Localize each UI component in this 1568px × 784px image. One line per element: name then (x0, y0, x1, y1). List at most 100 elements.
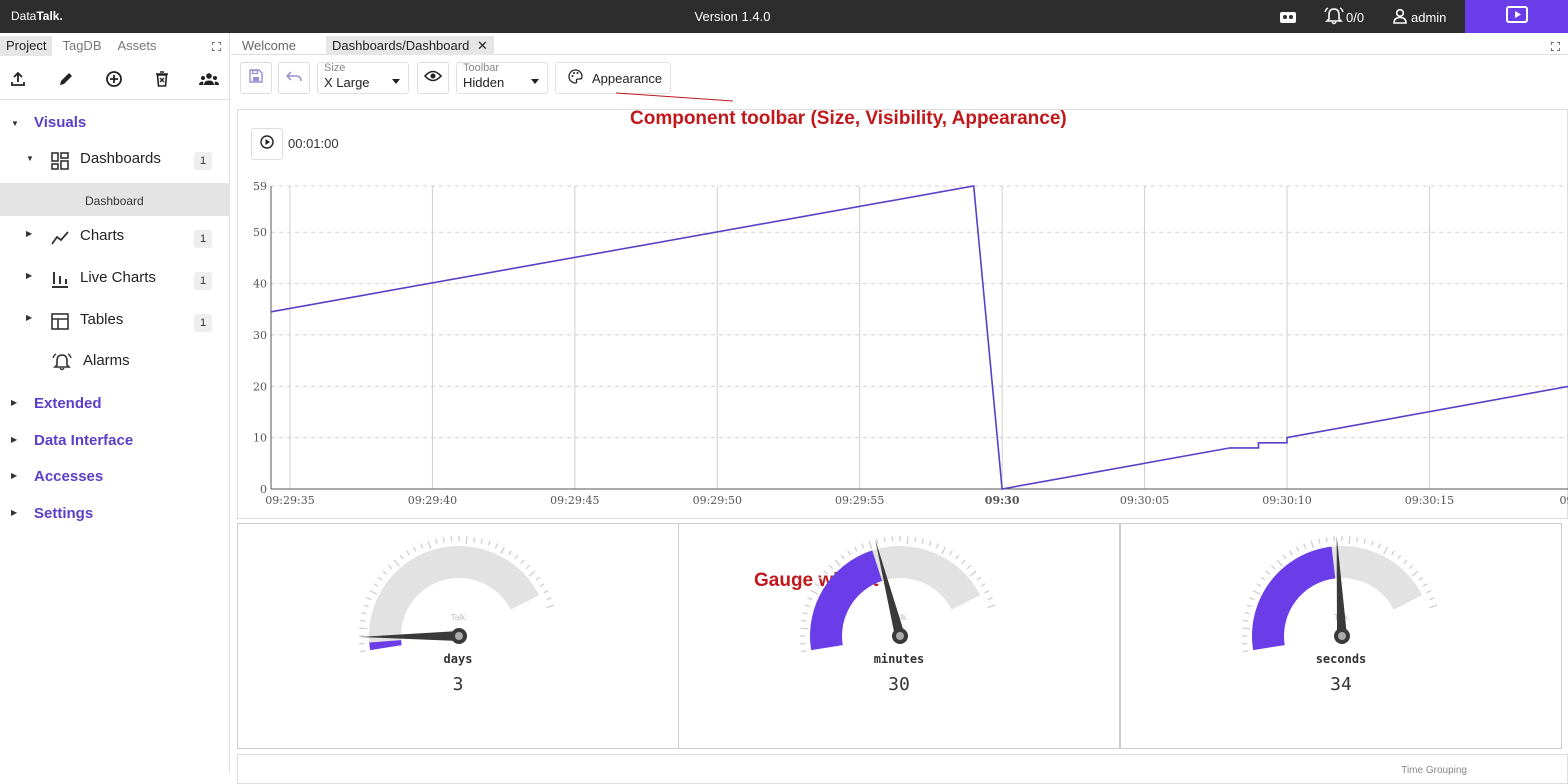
gauge-tick (800, 628, 808, 629)
edit-icon[interactable] (56, 69, 76, 89)
node-dashboards[interactable]: ▼ Dashboards 1 (0, 142, 230, 178)
upload-icon[interactable] (8, 69, 28, 89)
caret-down-icon: ▼ (11, 119, 19, 128)
category-data-interface[interactable]: ▶ Data Interface (0, 423, 230, 459)
node-dashboard-selected[interactable]: Dashboard (0, 183, 230, 216)
gauge-tick (1409, 565, 1413, 569)
gauge-tick (529, 571, 535, 576)
count-badge: 1 (194, 314, 212, 332)
node-live-charts[interactable]: ▶ Live Charts 1 (0, 261, 230, 297)
maximize-icon[interactable] (212, 38, 221, 47)
tab-project[interactable]: Project (0, 36, 52, 56)
table-icon (51, 313, 69, 335)
gauge-tick (942, 547, 946, 554)
gauge-widget-minutes[interactable]: Talk. minutes 30 (678, 523, 1120, 749)
toolbar-label: Toolbar (463, 62, 499, 74)
delete-icon[interactable] (152, 69, 172, 89)
gauge-tick (829, 565, 833, 569)
tab-dashboard[interactable]: Dashboards/Dashboard ✕ (326, 36, 494, 55)
size-select[interactable]: Size X Large (317, 62, 409, 94)
gauge-tick (1326, 537, 1327, 542)
gauge-tick (962, 560, 965, 564)
y-tick-label: 10 (253, 432, 267, 445)
gauge-widget-days[interactable]: Talk. days 3 (237, 523, 679, 749)
add-circle-icon[interactable] (104, 69, 124, 89)
gauge-tick (526, 565, 530, 569)
line-chart-widget: 00:01:00 010203040505909:29:3509:29:4009… (237, 109, 1568, 519)
x-tick-label: 09:29:50 (693, 494, 742, 507)
gauge-widget-seconds[interactable]: Talk. seconds 34 (1120, 523, 1562, 749)
gauge-tick (1427, 591, 1431, 593)
node-tables[interactable]: ▶ Tables 1 (0, 303, 230, 339)
user-name: admin (1411, 10, 1446, 25)
tab-label: Dashboards/Dashboard (332, 38, 469, 53)
node-alarms[interactable]: Alarms (0, 344, 230, 380)
caret-down-icon: ▼ (26, 154, 34, 163)
gauge: Talk. (238, 524, 680, 654)
gauge-tick (362, 613, 367, 614)
robot-icon[interactable] (1279, 8, 1297, 26)
gauge-tick (481, 539, 482, 544)
gauge-tick (421, 544, 423, 549)
gauge-tick (1412, 571, 1418, 576)
gauge-tick (1266, 571, 1270, 574)
x-tick-label: 09:29:35 (265, 494, 314, 507)
node-label: Charts (80, 227, 124, 244)
toolbar-select[interactable]: Toolbar Hidden (456, 62, 548, 94)
gauge-tick (801, 620, 806, 621)
y-tick-label: 30 (253, 329, 267, 342)
alarm-count: 0/0 (1346, 10, 1364, 25)
category-settings[interactable]: ▶ Settings (0, 496, 230, 532)
x-tick-label: 09:29:40 (408, 494, 457, 507)
gauge-tick (811, 591, 818, 595)
save-button[interactable] (240, 62, 272, 94)
gauge-tick (956, 555, 959, 559)
gauge-tick (400, 555, 403, 559)
node-charts[interactable]: ▶ Charts 1 (0, 219, 230, 255)
tab-welcome[interactable]: Welcome (236, 36, 302, 55)
count-badge: 1 (194, 230, 212, 248)
tab-tagdb[interactable]: TagDB (56, 36, 107, 56)
gauge-tick (546, 605, 554, 607)
gauge-tick (540, 584, 544, 587)
x-tick-label: 09:29:45 (550, 494, 599, 507)
gauge-tick (536, 577, 540, 580)
gauge-tick (950, 551, 953, 555)
gauge-tick (819, 577, 823, 580)
play-presentation-button[interactable] (1465, 0, 1568, 33)
gauge-tick (1423, 584, 1427, 587)
gauge-tick (808, 598, 813, 600)
eye-icon (424, 69, 442, 87)
visibility-button[interactable] (417, 62, 449, 94)
size-label: Size (324, 62, 345, 74)
save-icon (249, 69, 263, 88)
caret-right-icon: ▶ (26, 313, 32, 322)
category-visuals[interactable]: ▼ Visuals (0, 105, 230, 141)
toolbar-value: Hidden (463, 75, 504, 90)
undo-button[interactable] (278, 62, 310, 94)
appearance-label: Appearance (592, 71, 662, 86)
gauge-tick (841, 555, 844, 559)
gauge-tick (1277, 560, 1282, 566)
caret-right-icon: ▶ (26, 229, 32, 238)
x-tick-label: 09:30 (985, 494, 1020, 507)
x-tick-label: 09:29:55 (835, 494, 884, 507)
time-grouping-label: Time Grouping (1401, 765, 1467, 776)
gauge-tick (360, 620, 365, 621)
gauge-tick (436, 539, 437, 544)
close-icon[interactable]: ✕ (477, 38, 488, 53)
maximize-icon[interactable] (1551, 39, 1560, 54)
gauge-tick (1357, 537, 1358, 542)
gauge-tick (378, 577, 382, 580)
category-extended[interactable]: ▶ Extended (0, 386, 230, 422)
tab-assets[interactable]: Assets (112, 36, 163, 56)
appearance-button[interactable]: Appearance (555, 62, 671, 94)
user-menu[interactable]: admin (1392, 8, 1446, 26)
users-icon[interactable] (199, 69, 219, 89)
gauge-tick (495, 544, 497, 549)
gauge-tick (374, 584, 378, 587)
gauge-value: 30 (679, 674, 1119, 695)
gauge-name: days (238, 652, 678, 666)
alarm-status[interactable]: 0/0 (1324, 8, 1364, 26)
category-accesses[interactable]: ▶ Accesses (0, 459, 230, 495)
